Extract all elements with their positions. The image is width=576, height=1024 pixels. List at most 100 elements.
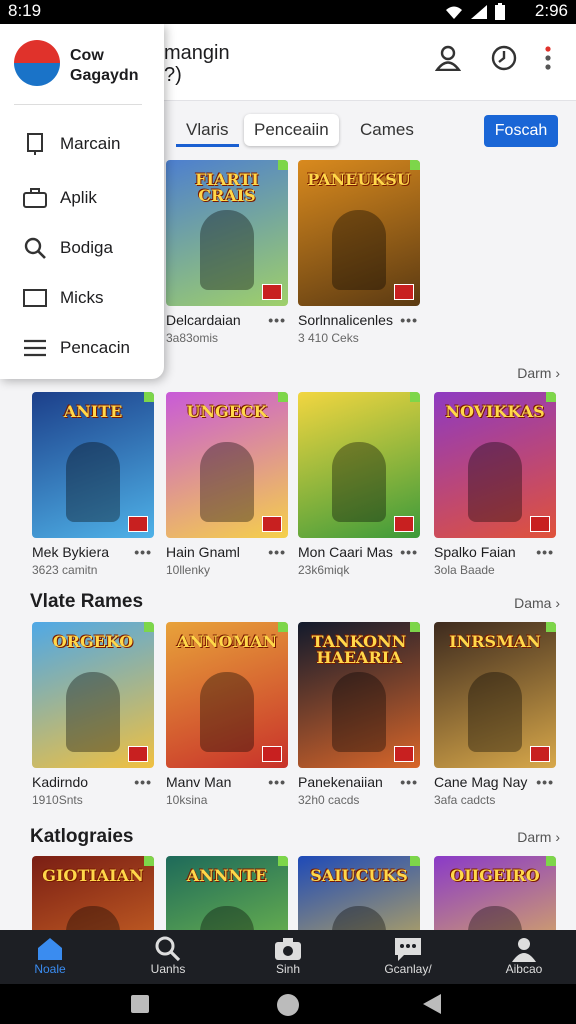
corner-tag-icon bbox=[278, 160, 288, 170]
more-options-icon[interactable]: ••• bbox=[268, 312, 286, 328]
account-button[interactable] bbox=[430, 40, 466, 76]
game-title: Sorlnnalicenles ••• bbox=[298, 312, 418, 328]
cover-title: NOVIKKAS bbox=[445, 402, 545, 421]
system-navigation-bar bbox=[0, 984, 576, 1024]
cover-title: ORGEKO bbox=[52, 632, 134, 651]
game-subtitle: 1910Snts bbox=[32, 793, 83, 807]
section-more-link[interactable]: Darm › bbox=[517, 829, 560, 845]
bottom-nav-gcanlay[interactable]: Gcanlay/ bbox=[363, 936, 453, 976]
corner-tag-icon bbox=[546, 856, 556, 866]
tab-cames[interactable]: Cames bbox=[350, 114, 424, 146]
brand-name: Cow Gagaydn bbox=[70, 47, 139, 84]
game-card[interactable]: ANNOMAN Manv Man ••• 10ksina bbox=[166, 622, 290, 807]
bottom-nav-sinh[interactable]: Sinh bbox=[243, 936, 333, 976]
back-icon[interactable] bbox=[422, 993, 442, 1015]
drawer-item-pencacin[interactable]: Pencacin bbox=[22, 334, 130, 362]
game-card[interactable]: PANEUKSU Sorlnnalicenles ••• 3 410 Ceks bbox=[298, 160, 422, 345]
character-figure bbox=[66, 672, 120, 752]
character-figure bbox=[200, 210, 254, 290]
game-card[interactable]: NOVIKKAS Spalko Faian ••• 3ola Baade bbox=[434, 392, 558, 577]
bottom-nav-aibcao[interactable]: Aibcao bbox=[479, 936, 569, 976]
signal-icon bbox=[471, 5, 487, 19]
game-subtitle: 32h0 cacds bbox=[298, 793, 360, 807]
rating-badge-icon bbox=[128, 516, 148, 532]
corner-tag-icon bbox=[410, 622, 420, 632]
bottom-nav-noale[interactable]: Noale bbox=[5, 936, 95, 976]
game-cover-art: FIARTI CRAIS bbox=[166, 160, 288, 306]
cover-title: INRSMAN bbox=[449, 632, 541, 651]
corner-tag-icon bbox=[410, 856, 420, 866]
more-options-icon[interactable]: ••• bbox=[268, 774, 286, 790]
drawer-item-bodiga[interactable]: Bodiga bbox=[22, 234, 113, 262]
character-figure bbox=[468, 442, 522, 522]
filter-button[interactable]: Foscah bbox=[484, 115, 558, 147]
game-cover-art: TANKONN HAEARIA bbox=[298, 622, 420, 768]
more-options-icon[interactable]: ••• bbox=[400, 544, 418, 560]
game-card[interactable]: Mon Caari Mas ••• 23k6miqk bbox=[298, 392, 422, 577]
corner-tag-icon bbox=[410, 160, 420, 170]
game-subtitle: 3ola Baade bbox=[434, 563, 495, 577]
game-cover-art: PANEUKSU bbox=[298, 160, 420, 306]
game-cover-art: UNGECK bbox=[166, 392, 288, 538]
bottom-nav-uanhs[interactable]: Uanhs bbox=[123, 936, 213, 976]
corner-tag-icon bbox=[278, 622, 288, 632]
rating-badge-icon bbox=[394, 746, 414, 762]
game-cover-art: ORGEKO bbox=[32, 622, 154, 768]
corner-tag-icon bbox=[278, 856, 288, 866]
game-cover-art bbox=[298, 392, 420, 538]
game-title: Spalko Faian ••• bbox=[434, 544, 554, 560]
game-card[interactable]: UNGECK Hain Gnaml ••• 10llenky bbox=[166, 392, 290, 577]
corner-tag-icon bbox=[278, 392, 288, 402]
home-button-icon[interactable] bbox=[276, 993, 300, 1017]
game-subtitle: 3 410 Ceks bbox=[298, 331, 359, 345]
more-options-icon[interactable]: ••• bbox=[400, 312, 418, 328]
game-card[interactable]: ANITE Mek Bykiera ••• 3623 camitn bbox=[32, 392, 156, 577]
more-options-icon[interactable]: ••• bbox=[268, 544, 286, 560]
cover-title: UNGECK bbox=[186, 402, 268, 421]
game-title: Delcardaian ••• bbox=[166, 312, 286, 328]
game-cover-art: ANNOMAN bbox=[166, 622, 288, 768]
tab-vlaris[interactable]: Vlaris bbox=[176, 114, 239, 147]
more-options-icon[interactable]: ••• bbox=[536, 774, 554, 790]
more-options-icon[interactable]: ••• bbox=[134, 544, 152, 560]
status-clock: 2:96 bbox=[534, 1, 568, 20]
navigation-drawer: Cow Gagaydn Marcain Aplik Bodiga Micks P… bbox=[0, 24, 164, 379]
section-title: Katlograies bbox=[30, 826, 134, 847]
more-options-icon[interactable]: ••• bbox=[536, 544, 554, 560]
window-icon bbox=[22, 287, 48, 309]
corner-tag-icon bbox=[546, 622, 556, 632]
game-card[interactable]: ORGEKO Kadirndo ••• 1910Snts bbox=[32, 622, 156, 807]
drawer-item-marcain[interactable]: Marcain bbox=[22, 130, 120, 158]
game-title: Manv Man ••• bbox=[166, 774, 286, 790]
drawer-item-micks[interactable]: Micks bbox=[22, 284, 103, 312]
more-options-icon[interactable]: ••• bbox=[400, 774, 418, 790]
corner-tag-icon bbox=[144, 392, 154, 402]
game-title: Panekenaiian ••• bbox=[298, 774, 418, 790]
game-card[interactable]: TANKONN HAEARIA Panekenaiian ••• 32h0 cacds bbox=[298, 622, 422, 807]
game-title: Kadirndo ••• bbox=[32, 774, 152, 790]
cover-title: OIIGEIRO bbox=[450, 866, 540, 885]
game-title: Cane Mag Nay ••• bbox=[434, 774, 554, 790]
game-subtitle: 10ksina bbox=[166, 793, 208, 807]
status-time: 8:19 bbox=[8, 1, 42, 20]
game-card[interactable]: FIARTI CRAIS Delcardaian ••• 3a83omis bbox=[166, 160, 290, 345]
tab-penceaiin[interactable]: Penceaiin bbox=[244, 114, 339, 146]
tablet-icon bbox=[22, 133, 48, 155]
more-options-icon[interactable]: ••• bbox=[134, 774, 152, 790]
cover-title: SAIUCUKS bbox=[310, 866, 408, 885]
cover-title: PANEUKSU bbox=[307, 170, 411, 189]
rating-badge-icon bbox=[128, 746, 148, 762]
cover-title: TANKONN HAEARIA bbox=[311, 632, 407, 667]
recents-icon[interactable] bbox=[130, 994, 150, 1014]
game-subtitle: 3afa cadcts bbox=[434, 793, 496, 807]
character-figure bbox=[66, 442, 120, 522]
game-card[interactable]: INRSMAN Cane Mag Nay ••• 3afa cadcts bbox=[434, 622, 558, 807]
corner-tag-icon bbox=[144, 622, 154, 632]
drawer-item-aplik[interactable]: Aplik bbox=[22, 184, 97, 212]
history-button[interactable] bbox=[486, 40, 522, 76]
more-button[interactable] bbox=[530, 40, 566, 76]
section-more-link[interactable]: Dama › bbox=[514, 595, 560, 611]
character-figure bbox=[332, 672, 386, 752]
section-more-link[interactable]: Darm › bbox=[517, 365, 560, 381]
game-title: Mek Bykiera ••• bbox=[32, 544, 152, 560]
